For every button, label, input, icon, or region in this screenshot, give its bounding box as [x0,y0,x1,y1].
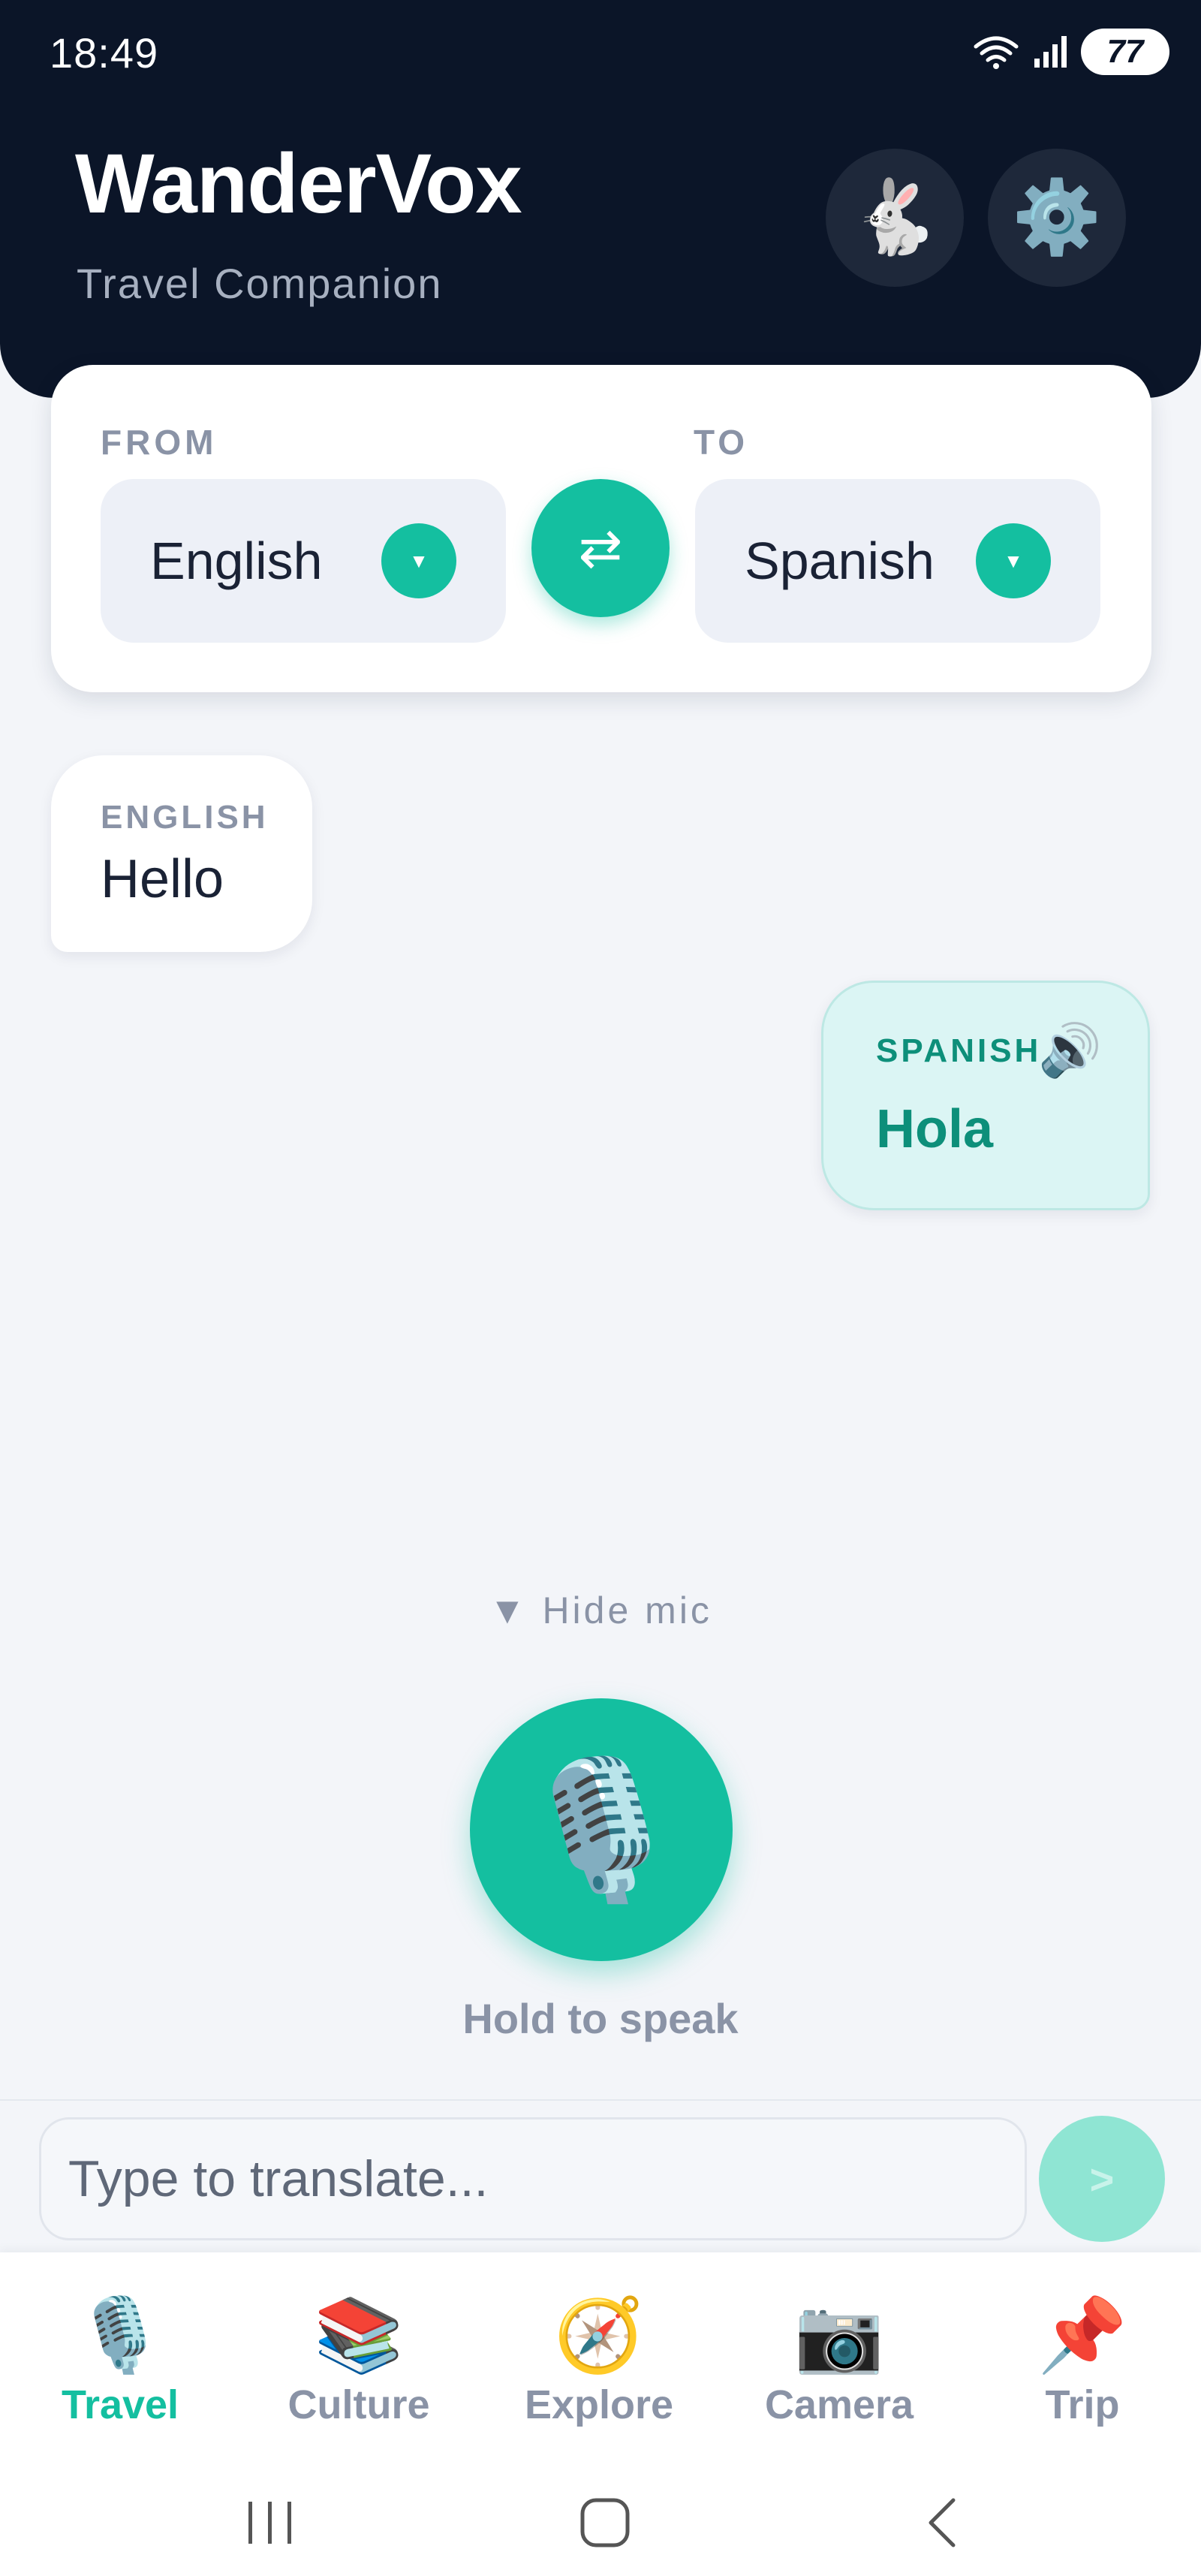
send-icon: > [1089,2155,1115,2203]
app-title: WanderVox [75,137,522,230]
to-language-select[interactable]: Spanish ▼ [695,479,1100,643]
status-icons: 77 [973,29,1169,75]
back-icon [929,2498,956,2547]
nav-item-explore[interactable]: 🧭 Explore [486,2294,712,2428]
pushpin-icon: 📌 [1037,2295,1127,2376]
from-label: FROM [101,423,218,462]
bottom-nav: 🎙️ Travel 📚 Culture 🧭 Explore 📷 Camera 📌… [0,2252,1201,2470]
chevron-down-icon[interactable]: ▼ [976,523,1051,598]
send-button[interactable]: > [1039,2116,1165,2242]
nav-label-trip: Trip [1045,2382,1120,2427]
status-time: 18:49 [50,29,159,77]
hold-to-speak-button[interactable]: 🎙️ [470,1698,733,1961]
hide-mic-toggle[interactable]: ▼ Hide mic [0,1589,1201,1632]
source-message-bubble: ENGLISH Hello [51,755,312,952]
nav-label-camera: Camera [764,2382,914,2427]
nav-item-trip[interactable]: 📌 Trip [970,2294,1195,2428]
battery-indicator: 77 [1081,29,1169,75]
gear-icon: ⚙️ [1012,177,1102,258]
swap-languages-button[interactable]: ⇄ [531,479,670,617]
rabbit-mode-button[interactable]: 🐇 [826,149,964,287]
nav-label-travel: Travel [61,2382,179,2427]
system-nav-bar [0,2470,1201,2576]
compass-icon: 🧭 [554,2295,644,2376]
from-language-value: English [150,532,323,590]
microphone-icon: 🎙️ [516,1754,686,1906]
books-icon: 📚 [314,2295,404,2376]
rabbit-icon: 🐇 [850,177,940,258]
signal-icon [1034,36,1067,68]
chevron-down-icon[interactable]: ▼ [381,523,456,598]
microphone-icon: 🎙️ [75,2295,165,2376]
source-text: Hello [101,849,224,909]
recent-apps-button[interactable] [233,2493,308,2553]
swap-icon: ⇄ [578,519,623,577]
translation-message-bubble: SPANISH 🔊 Hola [821,981,1150,1210]
home-button[interactable] [567,2493,643,2553]
to-label: TO [694,423,749,462]
nav-item-camera[interactable]: 📷 Camera [727,2294,952,2428]
home-icon [580,2498,630,2547]
input-row: > [0,2099,1201,2252]
hold-to-speak-label: Hold to speak [462,1995,739,2042]
recent-apps-icon [248,2502,291,2544]
language-card: FROM TO English ▼ ⇄ Spanish ▼ [51,365,1151,692]
app-subtitle: Travel Companion [77,260,443,307]
translation-text: Hola [876,1099,994,1159]
translation-language-label: SPANISH [876,1032,1042,1069]
nav-label-explore: Explore [524,2382,674,2427]
wifi-icon [974,36,1019,69]
source-language-label: ENGLISH [101,799,269,836]
from-language-select[interactable]: English ▼ [101,479,506,643]
nav-item-travel[interactable]: 🎙️ Travel [8,2294,233,2428]
camera-icon: 📷 [794,2295,884,2376]
settings-button[interactable]: ⚙️ [988,149,1126,287]
app-header: 18:49 77 WanderVox Travel Companion 🐇 ⚙️ [0,0,1201,398]
translate-text-input[interactable] [39,2117,1027,2240]
back-button[interactable] [905,2493,980,2553]
nav-item-culture[interactable]: 📚 Culture [246,2294,471,2428]
to-language-value: Spanish [745,532,935,590]
nav-label-culture: Culture [287,2382,430,2427]
speaker-icon[interactable]: 🔊 [1038,1020,1102,1080]
